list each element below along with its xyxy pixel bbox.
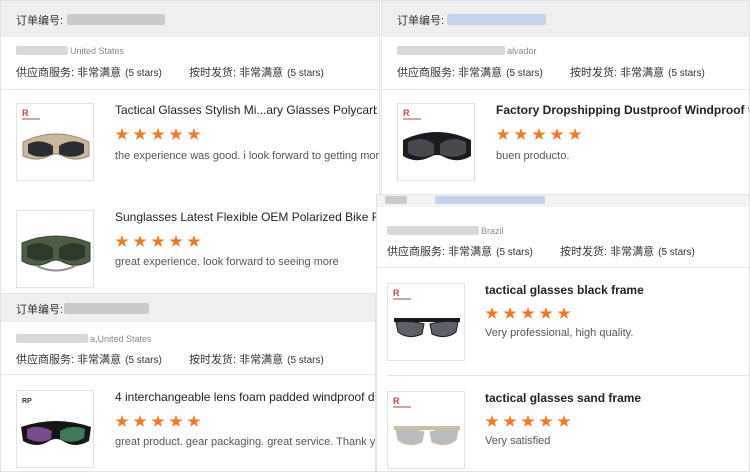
divider [377, 267, 749, 268]
star-icon [169, 235, 183, 247]
star-icon [115, 235, 129, 247]
order-card-2: 订单编号: alvador 供应商服务: 非常满意 (5 stars) 按时发货:… [381, 0, 750, 200]
order-number-redacted [67, 14, 165, 25]
order-header: 订单编号: [1, 1, 379, 37]
ship-on-time-rating: 按时发货: 非常满意 (5 stars) [189, 67, 324, 79]
product-image[interactable]: R [397, 103, 475, 181]
rating-stars [115, 415, 205, 429]
buyer-name-redacted [397, 46, 505, 55]
star-icon [539, 415, 553, 427]
star-icon [521, 307, 535, 319]
rating-stars [485, 415, 575, 429]
ship-on-time-rating: 按时发货: 非常满意 (5 stars) [570, 67, 705, 79]
star-icon [485, 307, 499, 319]
review-text: Very satisfied [485, 435, 551, 447]
star-icon [550, 128, 564, 140]
order-number-redacted [64, 303, 149, 314]
ship-on-time-rating: 按时发货: 非常满意 (5 stars) [560, 246, 695, 258]
order-number-link-redacted[interactable] [435, 196, 545, 204]
product-title[interactable]: tactical glasses black frame [485, 283, 747, 297]
supplier-service-rating: 供应商服务: 非常满意 (5 stars) [397, 67, 543, 79]
review-text: buen producto. [496, 150, 570, 162]
order-card-3: Sunglasses Latest Flexible OEM Polarized… [0, 194, 380, 298]
buyer-name-redacted [16, 334, 88, 343]
product-title[interactable]: tactical glasses sand frame [485, 391, 747, 405]
product-image[interactable] [16, 210, 94, 288]
star-icon [503, 415, 517, 427]
buyer-name-redacted [16, 46, 68, 55]
review-text: great product. gear packaging. great ser… [115, 436, 375, 448]
product-image[interactable]: R [16, 103, 94, 181]
star-icon [169, 415, 183, 427]
rating-stars [496, 128, 586, 142]
product-title[interactable]: Tactical Glasses Stylish Mi...ary Glasse… [115, 103, 377, 117]
divider [387, 375, 749, 376]
star-icon [169, 128, 183, 140]
order-number-label-redacted [385, 196, 407, 204]
supplier-service-rating: 供应商服务: 非常满意 (5 stars) [16, 354, 162, 366]
product-image[interactable]: R [387, 391, 465, 469]
ship-on-time-rating: 按时发货: 非常满意 (5 stars) [189, 354, 324, 366]
order-header: 订单编号: [382, 1, 749, 37]
supplier-service-rating: 供应商服务: 非常满意 (5 stars) [387, 246, 533, 258]
star-icon [187, 415, 201, 427]
star-icon [151, 128, 165, 140]
product-title[interactable]: 4 interchangeable lens foam padded windp… [115, 390, 375, 404]
product-image[interactable]: RP [16, 390, 94, 468]
star-icon [503, 307, 517, 319]
star-icon [187, 128, 201, 140]
order-header: 订单编号: [1, 294, 375, 322]
star-icon [485, 415, 499, 427]
product-title[interactable]: Sunglasses Latest Flexible OEM Polarized… [115, 210, 377, 224]
divider [1, 374, 375, 375]
order-number-label: 订单编号: [16, 15, 64, 27]
rating-stars [115, 128, 205, 142]
star-icon [133, 415, 147, 427]
order-number-label: 订单编号: [397, 15, 445, 27]
review-text: great experience. look forward to seeing… [115, 256, 339, 268]
order-number-label: 订单编号: [16, 304, 64, 316]
star-icon [539, 307, 553, 319]
supplier-service-rating: 供应商服务: 非常满意 (5 stars) [16, 67, 162, 79]
rating-stars [115, 235, 205, 249]
star-icon [521, 415, 535, 427]
buyer-country: Brazil [481, 226, 504, 236]
star-icon [133, 235, 147, 247]
star-icon [557, 307, 571, 319]
brand-logo-icon: R [22, 108, 29, 118]
brand-logo-icon: R [393, 288, 400, 298]
order-header [377, 195, 749, 207]
review-text: Very professional, high quality. [485, 327, 634, 339]
brand-logo-icon: R [393, 396, 400, 406]
star-icon [151, 415, 165, 427]
star-icon [151, 235, 165, 247]
star-icon [532, 128, 546, 140]
rating-stars [485, 307, 575, 321]
review-text: the experience was good. i look forward … [115, 150, 379, 162]
star-icon [115, 128, 129, 140]
buyer-country: alvador [507, 46, 537, 56]
order-number-link-redacted[interactable] [447, 14, 546, 25]
product-title[interactable]: Factory Dropshipping Dustproof Windproof… [496, 103, 749, 117]
buyer-country: a,United States [90, 334, 152, 344]
product-image[interactable]: R [387, 283, 465, 361]
divider [382, 89, 749, 90]
star-icon [133, 128, 147, 140]
buyer-country: United States [70, 46, 125, 56]
star-icon [496, 128, 510, 140]
divider [1, 89, 379, 90]
star-icon [514, 128, 528, 140]
buyer-name-redacted [387, 226, 479, 235]
star-icon [568, 128, 582, 140]
brand-logo-icon: RP [22, 398, 32, 405]
order-card-4: Brazil 供应商服务: 非常满意 (5 stars) 按时发货: 非常满意 (5… [376, 194, 750, 472]
star-icon [187, 235, 201, 247]
star-icon [557, 415, 571, 427]
star-icon [115, 415, 129, 427]
brand-logo-icon: R [403, 108, 410, 118]
order-card-5: 订单编号: a,United States 供应商服务: 非常满意 (5 star… [0, 293, 376, 472]
